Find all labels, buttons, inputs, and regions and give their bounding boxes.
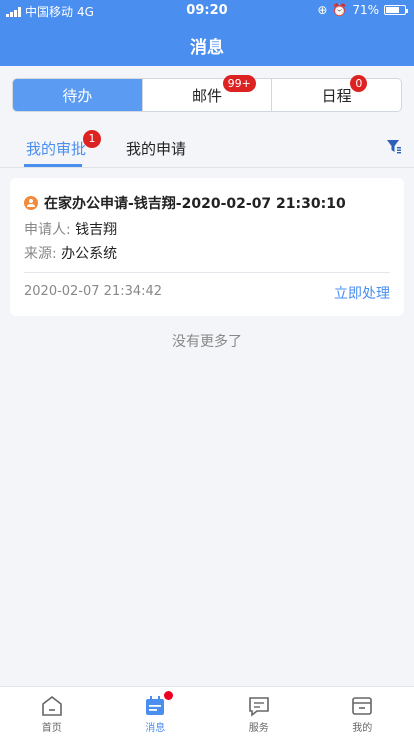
approvals-count-badge: 1	[83, 130, 101, 148]
lock-rotation-icon: ⊕	[317, 3, 328, 17]
tab-label: 消息	[145, 723, 166, 734]
segment-mail[interactable]: 邮件 99+	[141, 75, 272, 111]
applicant-value: 钱吉翔	[75, 222, 118, 238]
person-icon	[24, 196, 38, 210]
tab-messages[interactable]: 消息	[104, 687, 208, 736]
segment-label: 邮件	[192, 86, 223, 105]
tab-my-applications[interactable]: 我的申请	[126, 138, 186, 159]
tab-home[interactable]: 首页	[0, 687, 104, 736]
tab-label: 我的	[352, 723, 373, 734]
segment-label: 日程	[321, 86, 352, 105]
message-calendar-icon	[146, 696, 165, 715]
filter-icon[interactable]	[386, 138, 402, 158]
segmented-control: 待办 邮件 99+ 日程 0	[12, 75, 402, 112]
tab-my-approvals[interactable]: 我的审批	[26, 138, 86, 159]
source-value: 办公系统	[61, 246, 118, 262]
segment-todo[interactable]: 待办	[13, 79, 142, 111]
segment-label: 待办	[62, 86, 93, 105]
approval-card[interactable]: 在家办公申请-钱吉翔-2020-02-07 21:30:10 申请人: 钱吉翔 …	[10, 178, 404, 316]
page-title: 消息	[190, 38, 224, 58]
subtab-bar: 我的审批 1 我的申请	[0, 126, 414, 168]
active-tab-underline	[24, 164, 82, 167]
card-timestamp: 2020-02-07 21:34:42	[24, 284, 163, 299]
tab-label: 首页	[41, 723, 62, 734]
bottom-tab-bar: 首页 消息 服务 我的	[0, 686, 414, 736]
battery-icon	[384, 5, 408, 15]
schedule-count-badge: 0	[350, 75, 368, 92]
tab-mine[interactable]: 我的	[311, 687, 414, 736]
unread-dot	[163, 691, 173, 700]
chat-service-icon	[248, 697, 269, 717]
segment-schedule[interactable]: 日程 0	[271, 75, 401, 111]
applicant-label: 申请人:	[24, 222, 71, 238]
status-bar: 中国移动 4G 09:20 ⊕ ⏰ 71%	[0, 0, 414, 22]
alarm-icon: ⏰	[332, 3, 348, 17]
home-icon	[41, 695, 62, 716]
process-now-link[interactable]: 立即处理	[334, 283, 390, 303]
no-more-text: 没有更多了	[172, 334, 242, 350]
mail-count-badge: 99+	[222, 75, 256, 92]
wallet-icon	[352, 697, 373, 715]
app-header: 中国移动 4G 09:20 ⊕ ⏰ 71% 消息	[0, 0, 414, 66]
source-label: 来源:	[24, 246, 57, 262]
battery-percent: 71%	[352, 3, 379, 17]
tab-services[interactable]: 服务	[207, 687, 311, 736]
card-title: 在家办公申请-钱吉翔-2020-02-07 21:30:10	[44, 196, 346, 212]
tab-label: 服务	[248, 723, 269, 734]
card-divider	[24, 272, 390, 273]
